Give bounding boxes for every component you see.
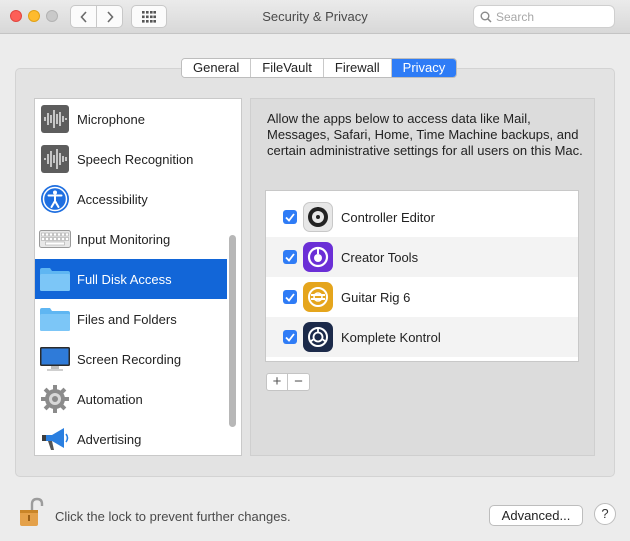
sidebar-item-files-and-folders[interactable]: Files and Folders xyxy=(35,299,227,339)
sidebar-item-microphone[interactable]: Microphone xyxy=(35,99,227,139)
sidebar-scrollbar[interactable] xyxy=(229,235,236,427)
sidebar-item-automation[interactable]: Automation xyxy=(35,379,227,419)
checkmark-icon xyxy=(285,252,295,262)
permission-description: Allow the apps below to access data like… xyxy=(267,111,583,158)
app-checkbox[interactable] xyxy=(283,330,297,344)
list-item-partial xyxy=(266,190,578,196)
list-item[interactable]: Guitar Rig 6 xyxy=(266,277,578,317)
app-list[interactable]: Controller Editor Creator Tools Guitar R… xyxy=(265,190,579,362)
gear-icon xyxy=(39,383,71,415)
sidebar-item-label: Screen Recording xyxy=(77,351,182,367)
app-checkbox[interactable] xyxy=(283,290,297,304)
checkmark-icon xyxy=(285,292,295,302)
app-checkbox[interactable] xyxy=(283,250,297,264)
list-item-partial xyxy=(266,357,578,361)
search-input[interactable] xyxy=(496,9,606,24)
title-bar: Security & Privacy xyxy=(0,0,630,34)
app-name: Controller Editor xyxy=(341,209,435,225)
sidebar-item-accessibility[interactable]: Accessibility xyxy=(35,179,227,219)
search-field[interactable] xyxy=(473,5,615,28)
unlocked-lock-icon[interactable] xyxy=(18,496,44,528)
megaphone-icon xyxy=(39,423,71,455)
search-icon xyxy=(480,11,492,23)
privacy-category-list[interactable]: Microphone Speech Recognition Accessibil… xyxy=(34,98,242,456)
microphone-waveform-icon xyxy=(39,103,71,135)
list-item[interactable]: Controller Editor xyxy=(266,197,578,237)
sidebar-item-full-disk-access[interactable]: Full Disk Access xyxy=(35,259,227,299)
app-name: Guitar Rig 6 xyxy=(341,289,411,305)
app-name: Komplete Kontrol xyxy=(341,329,441,345)
controller-editor-icon xyxy=(303,202,333,232)
tab-bar: General FileVault Firewall Privacy xyxy=(181,58,458,78)
sidebar-item-input-monitoring[interactable]: Input Monitoring xyxy=(35,219,227,259)
remove-app-button[interactable]: − xyxy=(288,374,309,390)
tab-filevault[interactable]: FileVault xyxy=(251,59,324,77)
list-item[interactable]: Komplete Kontrol xyxy=(266,317,578,357)
folder-icon xyxy=(39,303,71,335)
folder-icon xyxy=(39,263,71,295)
creator-tools-icon xyxy=(303,242,333,272)
list-item[interactable]: Creator Tools xyxy=(266,237,578,277)
tab-privacy[interactable]: Privacy xyxy=(391,59,457,77)
add-remove-control: + − xyxy=(266,373,310,391)
sidebar-item-label: Microphone xyxy=(77,111,145,127)
sidebar-item-label: Automation xyxy=(77,391,143,407)
sidebar-item-label: Files and Folders xyxy=(77,311,177,327)
sidebar-item-label: Input Monitoring xyxy=(77,231,171,247)
checkmark-icon xyxy=(285,212,295,222)
sidebar-item-label: Speech Recognition xyxy=(77,151,194,167)
accessibility-icon xyxy=(39,183,71,215)
speech-waveform-icon xyxy=(39,143,71,175)
add-app-button[interactable]: + xyxy=(267,374,289,390)
app-name: Creator Tools xyxy=(341,249,419,265)
guitar-rig-icon xyxy=(303,282,333,312)
keyboard-icon xyxy=(39,223,71,255)
sidebar-item-screen-recording[interactable]: Screen Recording xyxy=(35,339,227,379)
sidebar-item-label: Full Disk Access xyxy=(77,271,172,287)
sidebar-item-label: Advertising xyxy=(77,431,142,447)
komplete-kontrol-icon xyxy=(303,322,333,352)
checkmark-icon xyxy=(285,332,295,342)
sidebar-item-label: Accessibility xyxy=(77,191,148,207)
lock-status-text: Click the lock to prevent further change… xyxy=(55,509,291,524)
display-icon xyxy=(39,343,71,375)
tab-general[interactable]: General xyxy=(182,59,252,77)
app-icon xyxy=(303,190,333,191)
sidebar-item-advertising[interactable]: Advertising xyxy=(35,419,227,455)
help-button[interactable]: ? xyxy=(594,503,616,525)
tab-firewall[interactable]: Firewall xyxy=(323,59,392,77)
advanced-button[interactable]: Advanced... xyxy=(489,505,583,526)
app-checkbox[interactable] xyxy=(283,210,297,224)
sidebar-item-speech-recognition[interactable]: Speech Recognition xyxy=(35,139,227,179)
